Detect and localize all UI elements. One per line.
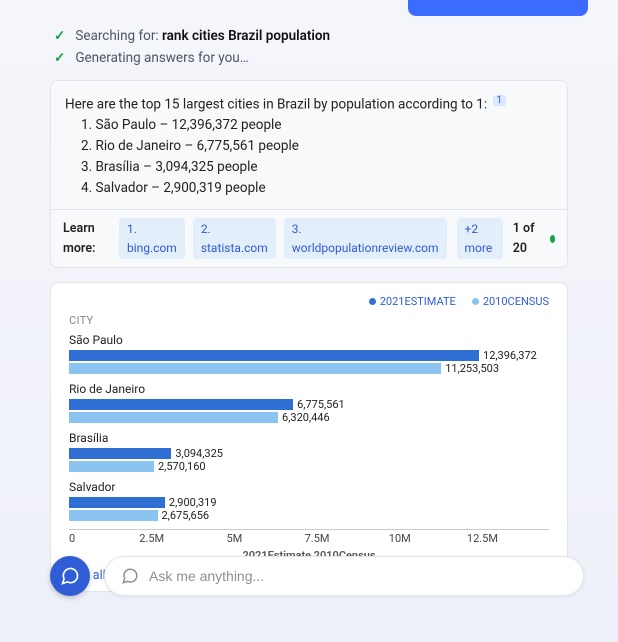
bar-row: 6,320,446 <box>69 411 549 423</box>
answer-counter: 1 of 20 <box>513 219 540 258</box>
bar-category-label: Rio de Janeiro <box>69 382 549 396</box>
legend-label: 2021ESTIMATE <box>380 295 456 308</box>
answer-card: Here are the top 15 largest cities in Br… <box>50 80 568 268</box>
axis-tick: 7.5M <box>305 532 330 545</box>
chat-plus-icon <box>60 566 80 586</box>
status-generating: ✓ Generating answers for you… <box>54 50 564 66</box>
axis-tick: 2.5M <box>139 532 164 545</box>
citation-marker[interactable]: 1 <box>493 95 507 106</box>
answer-list-item: 4. Salvador – 2,900,319 people <box>65 178 553 199</box>
bar-value-label: 2,675,656 <box>162 509 210 522</box>
learn-more-row: Learn more: 1. bing.com2. statista.com3.… <box>51 209 567 267</box>
axis-tick: 5M <box>226 532 242 545</box>
chart-card: 2021ESTIMATE 2010CENSUS CITY São Paulo 12,… <box>50 282 568 592</box>
learn-more-label: Learn more: <box>63 219 109 258</box>
chart-bars: São Paulo 12,396,37211,253,503 Rio de Jane… <box>69 333 549 521</box>
chat-icon <box>121 567 139 585</box>
status-block: ✓ Searching for: rank cities Brazil popu… <box>54 28 564 66</box>
bar <box>69 363 441 374</box>
bar <box>69 461 154 472</box>
source-chip[interactable]: 3. worldpopulationreview.com <box>284 218 447 259</box>
legend-dot-icon <box>472 298 479 305</box>
previous-message-tail <box>408 0 588 16</box>
bar-row: 12,396,372 <box>69 349 549 361</box>
bar <box>69 399 293 410</box>
answer-list-item: 3. Brasília – 3,094,325 people <box>65 157 553 178</box>
bar-value-label: 2,900,319 <box>169 496 217 509</box>
bar-group: Salvador 2,900,3192,675,656 <box>69 480 549 521</box>
bar-value-label: 6,320,446 <box>282 411 330 424</box>
answer-list-item: 2. Rio de Janeiro – 6,775,561 people <box>65 136 553 157</box>
bar-row: 6,775,561 <box>69 398 549 410</box>
bar-group: Rio de Janeiro 6,775,5616,320,446 <box>69 382 549 423</box>
bar-value-label: 3,094,325 <box>175 447 223 460</box>
bar-row: 2,900,319 <box>69 496 549 508</box>
chart-legend: 2021ESTIMATE 2010CENSUS <box>69 295 549 308</box>
status-dot-icon <box>550 235 555 243</box>
bar <box>69 448 171 459</box>
source-chip[interactable]: 1. bing.com <box>119 218 185 259</box>
bar <box>69 497 165 508</box>
legend-label: 2010CENSUS <box>483 295 549 308</box>
bar-value-label: 6,775,561 <box>297 398 345 411</box>
searching-prefix: Searching for: <box>75 28 158 44</box>
source-chip[interactable]: 2. statista.com <box>193 218 276 259</box>
generating-text: Generating answers for you… <box>75 50 248 66</box>
legend-item: 2021ESTIMATE <box>369 295 456 308</box>
more-sources-chip[interactable]: +2 more <box>457 218 503 259</box>
legend-item: 2010CENSUS <box>472 295 549 308</box>
answer-list: 1. São Paulo – 12,396,372 people2. Rio d… <box>65 115 553 199</box>
chart-x-axis: 0 2.5M 5M 7.5M 10M 12.5M <box>69 529 549 551</box>
check-icon: ✓ <box>54 28 65 44</box>
bar-row: 3,094,325 <box>69 447 549 459</box>
check-icon: ✓ <box>54 50 65 66</box>
chart-title: CITY <box>69 314 549 327</box>
axis-tick: 0 <box>69 532 75 545</box>
axis-tick: 12.5M <box>467 532 498 545</box>
bar-group: Brasília 3,094,3252,570,160 <box>69 431 549 472</box>
bar-row: 2,570,160 <box>69 460 549 472</box>
bar-category-label: Salvador <box>69 480 549 494</box>
status-searching: ✓ Searching for: rank cities Brazil popu… <box>54 28 564 44</box>
ask-input[interactable] <box>149 568 567 584</box>
answer-list-item: 1. São Paulo – 12,396,372 people <box>65 115 553 136</box>
bar <box>69 510 158 521</box>
bar-category-label: Brasília <box>69 431 549 445</box>
axis-tick: 10M <box>389 532 411 545</box>
bar <box>69 350 479 361</box>
bar-value-label: 11,253,503 <box>445 362 499 375</box>
bar-row: 11,253,503 <box>69 362 549 374</box>
ask-input-container[interactable] <box>104 556 584 596</box>
answer-intro: Here are the top 15 largest cities in Br… <box>65 93 553 115</box>
composer-row <box>50 556 584 596</box>
legend-dot-icon <box>369 298 376 305</box>
bar-value-label: 12,396,372 <box>483 349 537 362</box>
bar-row: 2,675,656 <box>69 509 549 521</box>
bar-category-label: São Paulo <box>69 333 549 347</box>
bar-value-label: 2,570,160 <box>158 460 206 473</box>
new-topic-button[interactable] <box>50 556 90 596</box>
bar-group: São Paulo 12,396,37211,253,503 <box>69 333 549 374</box>
bar <box>69 412 278 423</box>
searching-query: rank cities Brazil population <box>162 28 330 44</box>
